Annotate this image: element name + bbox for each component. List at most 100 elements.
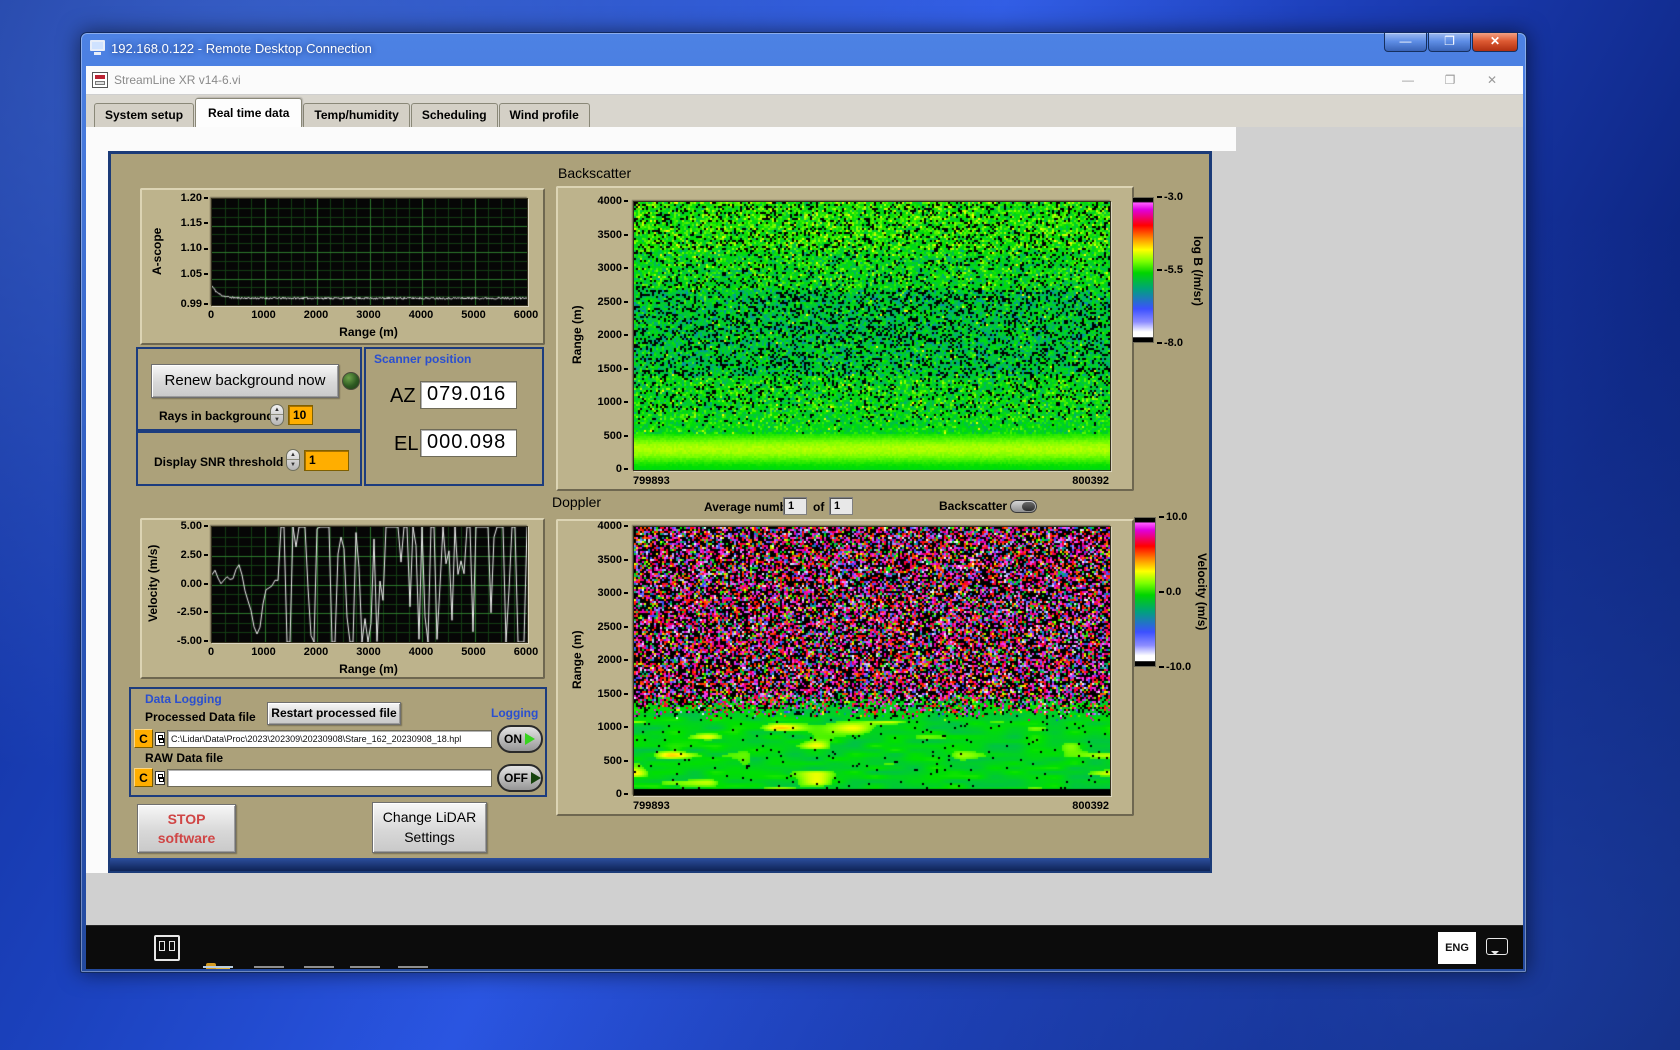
tick-label: 3500 (598, 554, 628, 566)
tick-label: -10.0 (1159, 661, 1191, 673)
doppler-x-labels: 799893 800392 (633, 800, 1109, 814)
raw-path-field[interactable] (167, 769, 492, 787)
velocity-y-ticks: 5.00 2.50 0.00 -2.50 -5.00 (164, 520, 208, 647)
remote-taskbar: ENG (86, 925, 1523, 969)
ascope-x-ticks: 0 1000 2000 3000 4000 5000 6000 (207, 309, 538, 322)
backscatter-x-labels: 799893 800392 (633, 475, 1109, 489)
tick-label: 2500 (598, 621, 628, 633)
notification-bubble-icon[interactable] (1486, 938, 1508, 955)
raw-data-file-label: RAW Data file (145, 751, 224, 765)
tab-temp-humidity[interactable]: Temp/humidity (303, 103, 410, 127)
doppler-colorbar-ticks: 10.0 0.0 -10.0 (1159, 511, 1199, 673)
tick-label: 1000 (598, 721, 628, 733)
content-margin-left (86, 127, 108, 873)
tab-system-setup[interactable]: System setup (94, 103, 195, 127)
tick-label: 2500 (598, 296, 628, 308)
velocity-x-ticks: 0 1000 2000 3000 4000 5000 6000 (207, 646, 538, 659)
tick-label: 0 (207, 646, 215, 658)
tick-label: 1.20 (181, 192, 208, 204)
raw-logging-toggle[interactable]: OFF (497, 764, 543, 792)
labview-front-panel: A-scope 1.20 1.15 1.10 1.05 0.99 0 1000 2000 30… (108, 151, 1212, 873)
tab-scheduling[interactable]: Scheduling (410, 103, 498, 127)
azimuth-value: 079.016 (420, 381, 517, 409)
restart-processed-file-button[interactable]: Restart processed file (267, 702, 401, 725)
processed-drive-box[interactable]: C (134, 729, 153, 748)
renew-background-led (342, 372, 360, 390)
stop-line2: software (157, 830, 216, 846)
doppler-x-start: 799893 (633, 800, 670, 812)
backscatter-colorbar-label: log B (/m/sr) (1191, 235, 1205, 306)
elevation-label: EL (394, 433, 419, 455)
app-minimize-button[interactable]: — (1387, 66, 1429, 94)
scanner-position-title: Scanner position (374, 352, 472, 366)
tick-label: 0 (207, 309, 215, 321)
rdp-window: 192.168.0.122 - Remote Desktop Connectio… (80, 32, 1527, 973)
tick-label: 3500 (598, 229, 628, 241)
content-margin-top (86, 127, 1236, 151)
minimize-button[interactable]: — (1384, 33, 1427, 52)
snr-value-field[interactable]: 1 (304, 450, 349, 471)
rays-value-field[interactable]: 10 (288, 405, 313, 425)
tick-label: 1.15 (181, 217, 208, 229)
tick-label: -2.50 (177, 606, 208, 618)
snr-spinner[interactable]: ▲ ▼ (286, 449, 300, 471)
logging-label: Logging (491, 706, 539, 720)
tick-label: 5000 (461, 309, 486, 321)
backscatter-heatmap (633, 201, 1111, 471)
tick-label: 6000 (513, 646, 539, 658)
data-logging-title: Data Logging (145, 692, 222, 706)
maximize-button[interactable]: ❐ (1428, 33, 1471, 52)
tab-wind-profile[interactable]: Wind profile (498, 103, 590, 127)
app-restore-button[interactable]: ❐ (1429, 66, 1471, 94)
rays-spinner[interactable]: ▲ ▼ (270, 404, 284, 426)
elevation-value: 000.098 (420, 429, 517, 457)
backscatter-display-toggle[interactable] (1010, 500, 1037, 513)
tick-label: 1.05 (181, 268, 208, 280)
tick-label: 500 (604, 430, 628, 442)
tick-label: 500 (604, 755, 628, 767)
change-lidar-settings-button[interactable]: Change LiDAR Settings (372, 802, 487, 853)
of-label: of (813, 500, 825, 514)
processed-path-icon[interactable] (155, 732, 165, 746)
close-button[interactable]: ✕ (1472, 33, 1518, 52)
language-indicator[interactable]: ENG (1438, 932, 1476, 964)
backscatter-toggle-label: Backscatter (939, 499, 1008, 513)
tick-label: 2000 (598, 654, 628, 666)
azimuth-label: AZ (390, 385, 416, 407)
vi-app-icon (92, 72, 108, 88)
tab-real-time-data[interactable]: Real time data (195, 98, 303, 127)
rdp-titlebar[interactable]: 192.168.0.122 - Remote Desktop Connectio… (81, 33, 1526, 66)
tick-label: 4000 (408, 646, 434, 658)
explorer-active-underline (203, 966, 233, 968)
app-titlebar[interactable]: StreamLine XR v14-6.vi — ❐ ✕ (86, 66, 1523, 95)
raw-drive-box[interactable]: C (134, 768, 153, 787)
toggle-on-led (525, 733, 535, 745)
average-total-field[interactable]: 1 (829, 497, 853, 515)
remote-session: StreamLine XR v14-6.vi — ❐ ✕ System setu… (86, 66, 1523, 969)
tick-label: 0.00 (181, 578, 208, 590)
stop-software-button[interactable]: STOP software (137, 804, 236, 853)
tick-label: 3000 (598, 262, 628, 274)
processed-logging-toggle[interactable]: ON (497, 725, 543, 753)
scan-scheduler-active-underline (350, 966, 380, 968)
velocity-plot (211, 526, 528, 643)
average-number-field[interactable]: 1 (783, 497, 807, 515)
raw-path-icon[interactable] (155, 771, 165, 785)
stop-line1: STOP (167, 811, 206, 827)
backscatter-graph-frame: Range (m) 4000 3500 3000 2500 2000 1500 1000 50… (556, 186, 1134, 491)
processed-path-field[interactable]: C:\Lidar\Data\Proc\2023\202309\20230908\… (167, 730, 492, 748)
tick-label: 6000 (513, 309, 539, 321)
task-view-icon[interactable] (154, 935, 180, 961)
backscatter-y-axis-label: Range (m) (570, 305, 584, 365)
backscatter-y-ticks: 4000 3500 3000 2500 2000 1500 1000 500 0 (586, 195, 628, 475)
tick-label: 1000 (251, 309, 276, 321)
ascope-graph-frame: A-scope 1.20 1.15 1.10 1.05 0.99 0 1000 2000 30… (140, 188, 545, 345)
doppler-y-axis-label: Range (m) (570, 630, 584, 690)
tick-label: 4000 (598, 195, 628, 207)
tick-label: 0.99 (181, 298, 208, 310)
app-close-button[interactable]: ✕ (1471, 66, 1513, 94)
backscatter-title: Backscatter (558, 165, 632, 181)
rdp-window-title: 192.168.0.122 - Remote Desktop Connectio… (111, 41, 372, 56)
tick-label: 2000 (303, 309, 329, 321)
renew-background-button[interactable]: Renew background now (151, 364, 339, 398)
